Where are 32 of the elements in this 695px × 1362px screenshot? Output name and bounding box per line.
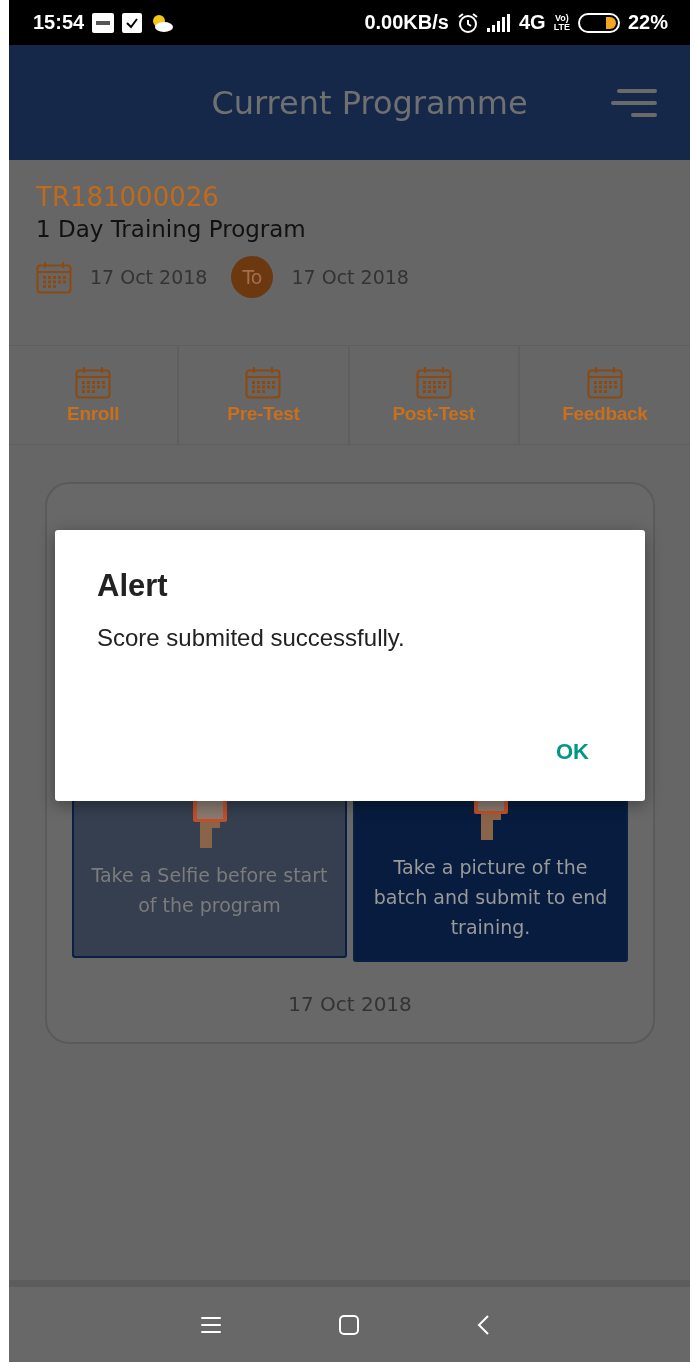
calendar-icon <box>586 365 623 399</box>
network-type: 4G <box>518 11 546 34</box>
battery-level: 22% <box>627 11 668 34</box>
menu-icon[interactable] <box>611 88 657 118</box>
clock-time: 15:54 <box>33 11 85 34</box>
date-separator: To <box>231 256 274 298</box>
alarm-icon <box>456 11 479 34</box>
calendar-icon <box>75 365 112 399</box>
signal-icon <box>486 13 511 32</box>
calendar-icon <box>36 260 72 294</box>
action-text: Take a Selfie before start of the program <box>90 863 329 918</box>
tab[interactable]: Feedback <box>519 346 690 444</box>
home-icon[interactable] <box>337 1313 360 1336</box>
calendar-icon <box>245 365 282 399</box>
dialog-message: Score submited successfully. <box>97 624 406 652</box>
programme-name: 1 Day Training Program <box>36 216 307 242</box>
back-icon[interactable] <box>475 1313 490 1336</box>
calendar-icon <box>415 365 452 399</box>
menu-icon[interactable] <box>199 1314 222 1335</box>
app-notification-icon <box>92 12 115 33</box>
volte-label: Vo) LTE <box>553 13 570 32</box>
weather-icon <box>150 12 175 33</box>
screen-title: Current Programme <box>211 83 528 122</box>
programme-code: TR181000026 <box>36 182 220 212</box>
dialog-title: Alert <box>97 568 169 604</box>
tab[interactable]: Enroll <box>9 346 180 444</box>
tab[interactable]: Pre-Test <box>179 346 350 444</box>
action-text: Take a picture of the batch and submit to end training. <box>372 855 609 940</box>
network-speed: 0.00KB/s <box>364 11 449 34</box>
tab[interactable]: Post-Test <box>349 346 520 444</box>
checkbox-icon <box>122 12 143 33</box>
battery-icon <box>577 12 620 33</box>
